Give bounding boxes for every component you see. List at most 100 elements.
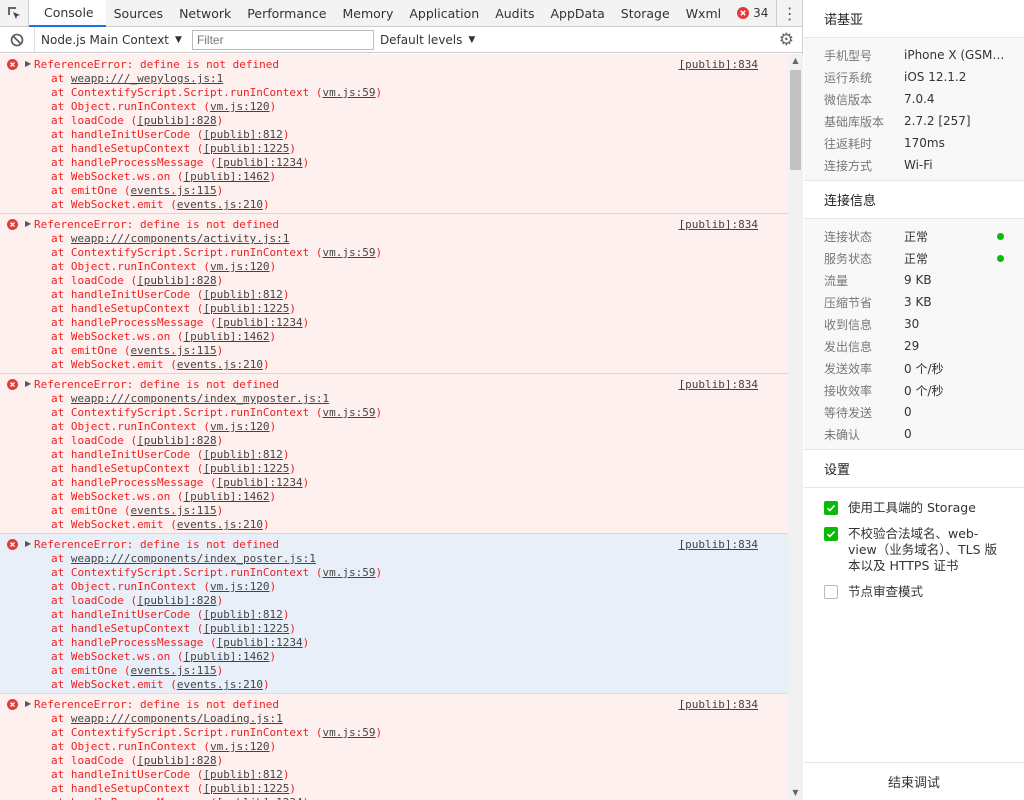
frame-location-link[interactable]: [publib]:1225	[203, 622, 289, 635]
frame-location-link[interactable]: [publib]:828	[137, 434, 216, 447]
info-value: 29	[904, 339, 920, 353]
more-options-icon[interactable]: ⋮	[776, 0, 802, 26]
frame-location-link[interactable]: [publib]:812	[203, 288, 282, 301]
frame-location-link[interactable]: [publib]:1225	[203, 142, 289, 155]
expand-triangle-icon[interactable]: ▶	[25, 699, 31, 708]
source-link[interactable]: [publib]:834	[679, 698, 758, 711]
frame-location-link[interactable]: events.js:210	[177, 518, 263, 531]
console-scrollbar[interactable]: ▲ ▼	[788, 54, 803, 800]
source-link[interactable]: [publib]:834	[679, 538, 758, 551]
error-count-badge[interactable]: 34	[729, 0, 776, 26]
frame-location-link[interactable]: weapp:///components/activity.js:1	[71, 232, 290, 245]
frame-location-link[interactable]: [publib]:812	[203, 768, 282, 781]
frame-location-link[interactable]: [publib]:1234	[217, 796, 303, 800]
frame-location-link[interactable]: events.js:115	[130, 184, 216, 197]
gear-icon[interactable]: ⚙	[779, 30, 794, 50]
checkbox[interactable]	[824, 501, 838, 515]
frame-location-link[interactable]: [publib]:812	[203, 448, 282, 461]
frame-location-link[interactable]: [publib]:828	[137, 594, 216, 607]
info-value: 170ms	[904, 136, 945, 150]
frame-location-link[interactable]: events.js:210	[177, 358, 263, 371]
tab-network[interactable]: Network	[171, 0, 239, 26]
source-link[interactable]: [publib]:834	[679, 218, 758, 231]
context-selector[interactable]: Node.js Main Context ▼	[34, 27, 190, 52]
frame-location-link[interactable]: weapp:///components/index_myposter.js:1	[71, 392, 329, 405]
frame-location-link[interactable]: events.js:210	[177, 198, 263, 211]
scrollbar-thumb[interactable]	[790, 70, 801, 170]
frame-location-link[interactable]: vm.js:59	[323, 246, 376, 259]
frame-location-link[interactable]: [publib]:1225	[203, 302, 289, 315]
setting-option[interactable]: 使用工具端的 Storage	[804, 494, 1024, 520]
frame-location-link[interactable]: weapp:///_wepylogs.js:1	[71, 72, 223, 85]
frame-tail: )	[375, 406, 383, 419]
device-info: 手机型号 iPhone X (GSM+... 运行系统 iOS 12.1.2 微信版本 7…	[804, 38, 1024, 181]
source-link[interactable]: [publib]:834	[679, 58, 758, 71]
stack-frame: at ContextifyScript.Script.runInContext …	[0, 406, 788, 420]
frame-location-link[interactable]: vm.js:120	[210, 420, 270, 433]
tab-storage[interactable]: Storage	[613, 0, 678, 26]
frame-location-link[interactable]: [publib]:1462	[183, 170, 269, 183]
tab-sources[interactable]: Sources	[106, 0, 171, 26]
expand-triangle-icon[interactable]: ▶	[25, 219, 31, 228]
frame-text: at handleProcessMessage (	[51, 476, 217, 489]
frame-location-link[interactable]: [publib]:1234	[217, 156, 303, 169]
frame-location-link[interactable]: vm.js:120	[210, 580, 270, 593]
setting-option[interactable]: 不校验合法域名、web-view（业务域名）、TLS 版本以及 HTTPS 证书	[804, 520, 1024, 578]
frame-location-link[interactable]: [publib]:1234	[217, 316, 303, 329]
frame-location-link[interactable]: vm.js:59	[323, 566, 376, 579]
frame-location-link[interactable]: vm.js:120	[210, 100, 270, 113]
tab-application[interactable]: Application	[401, 0, 487, 26]
error-message: ReferenceError: define is not defined	[34, 378, 280, 391]
clear-console-icon[interactable]	[0, 33, 34, 47]
frame-location-link[interactable]: [publib]:812	[203, 128, 282, 141]
info-row: 压缩节省 3 KB	[804, 291, 1024, 313]
frame-location-link[interactable]: vm.js:59	[323, 726, 376, 739]
tab-performance[interactable]: Performance	[239, 0, 334, 26]
scroll-down-icon[interactable]: ▼	[788, 786, 803, 800]
frame-text: at	[51, 232, 71, 245]
filter-input[interactable]	[191, 29, 374, 50]
frame-location-link[interactable]: vm.js:120	[210, 260, 270, 273]
frame-location-link[interactable]: [publib]:1234	[217, 476, 303, 489]
checkbox[interactable]	[824, 527, 838, 541]
console-toolbar: Node.js Main Context ▼ Default levels ▼ …	[0, 27, 802, 53]
frame-location-link[interactable]: [publib]:1462	[183, 650, 269, 663]
frame-location-link[interactable]: [publib]:1462	[183, 330, 269, 343]
frame-location-link[interactable]: [publib]:828	[137, 114, 216, 127]
checkbox[interactable]	[824, 585, 838, 599]
expand-triangle-icon[interactable]: ▶	[25, 379, 31, 388]
frame-location-link[interactable]: weapp:///components/index_poster.js:1	[71, 552, 316, 565]
frame-location-link[interactable]: events.js:115	[130, 504, 216, 517]
setting-option[interactable]: 节点审查模式	[804, 578, 1024, 604]
expand-triangle-icon[interactable]: ▶	[25, 59, 31, 68]
frame-location-link[interactable]: events.js:115	[130, 344, 216, 357]
frame-location-link[interactable]: [publib]:1234	[217, 636, 303, 649]
stop-debug-button[interactable]: 结束调试	[804, 762, 1024, 800]
frame-location-link[interactable]: [publib]:828	[137, 754, 216, 767]
frame-location-link[interactable]: [publib]:1225	[203, 782, 289, 795]
frame-location-link[interactable]: [publib]:812	[203, 608, 282, 621]
frame-location-link[interactable]: [publib]:1225	[203, 462, 289, 475]
tab-appdata[interactable]: AppData	[542, 0, 612, 26]
frame-location-link[interactable]: weapp:///components/Loading.js:1	[71, 712, 283, 725]
expand-triangle-icon[interactable]: ▶	[25, 539, 31, 548]
inspect-element-icon[interactable]	[0, 0, 29, 26]
frame-text: at WebSocket.ws.on (	[51, 650, 184, 663]
tab-memory[interactable]: Memory	[335, 0, 402, 26]
tab-console[interactable]: Console	[29, 0, 106, 27]
source-link[interactable]: [publib]:834	[679, 378, 758, 391]
frame-location-link[interactable]: vm.js:59	[323, 86, 376, 99]
frame-location-link[interactable]: events.js:210	[177, 678, 263, 691]
info-key: 流量	[824, 273, 849, 288]
tab-audits[interactable]: Audits	[487, 0, 542, 26]
frame-location-link[interactable]: vm.js:120	[210, 740, 270, 753]
frame-location-link[interactable]: [publib]:828	[137, 274, 216, 287]
log-levels-selector[interactable]: Default levels ▼	[380, 33, 475, 47]
frame-location-link[interactable]: vm.js:59	[323, 406, 376, 419]
levels-label: Default levels	[379, 32, 463, 47]
frame-location-link[interactable]: events.js:115	[130, 664, 216, 677]
frame-tail: )	[269, 490, 277, 503]
tab-wxml[interactable]: Wxml	[678, 0, 729, 26]
frame-location-link[interactable]: [publib]:1462	[183, 490, 269, 503]
scroll-up-icon[interactable]: ▲	[788, 54, 803, 68]
